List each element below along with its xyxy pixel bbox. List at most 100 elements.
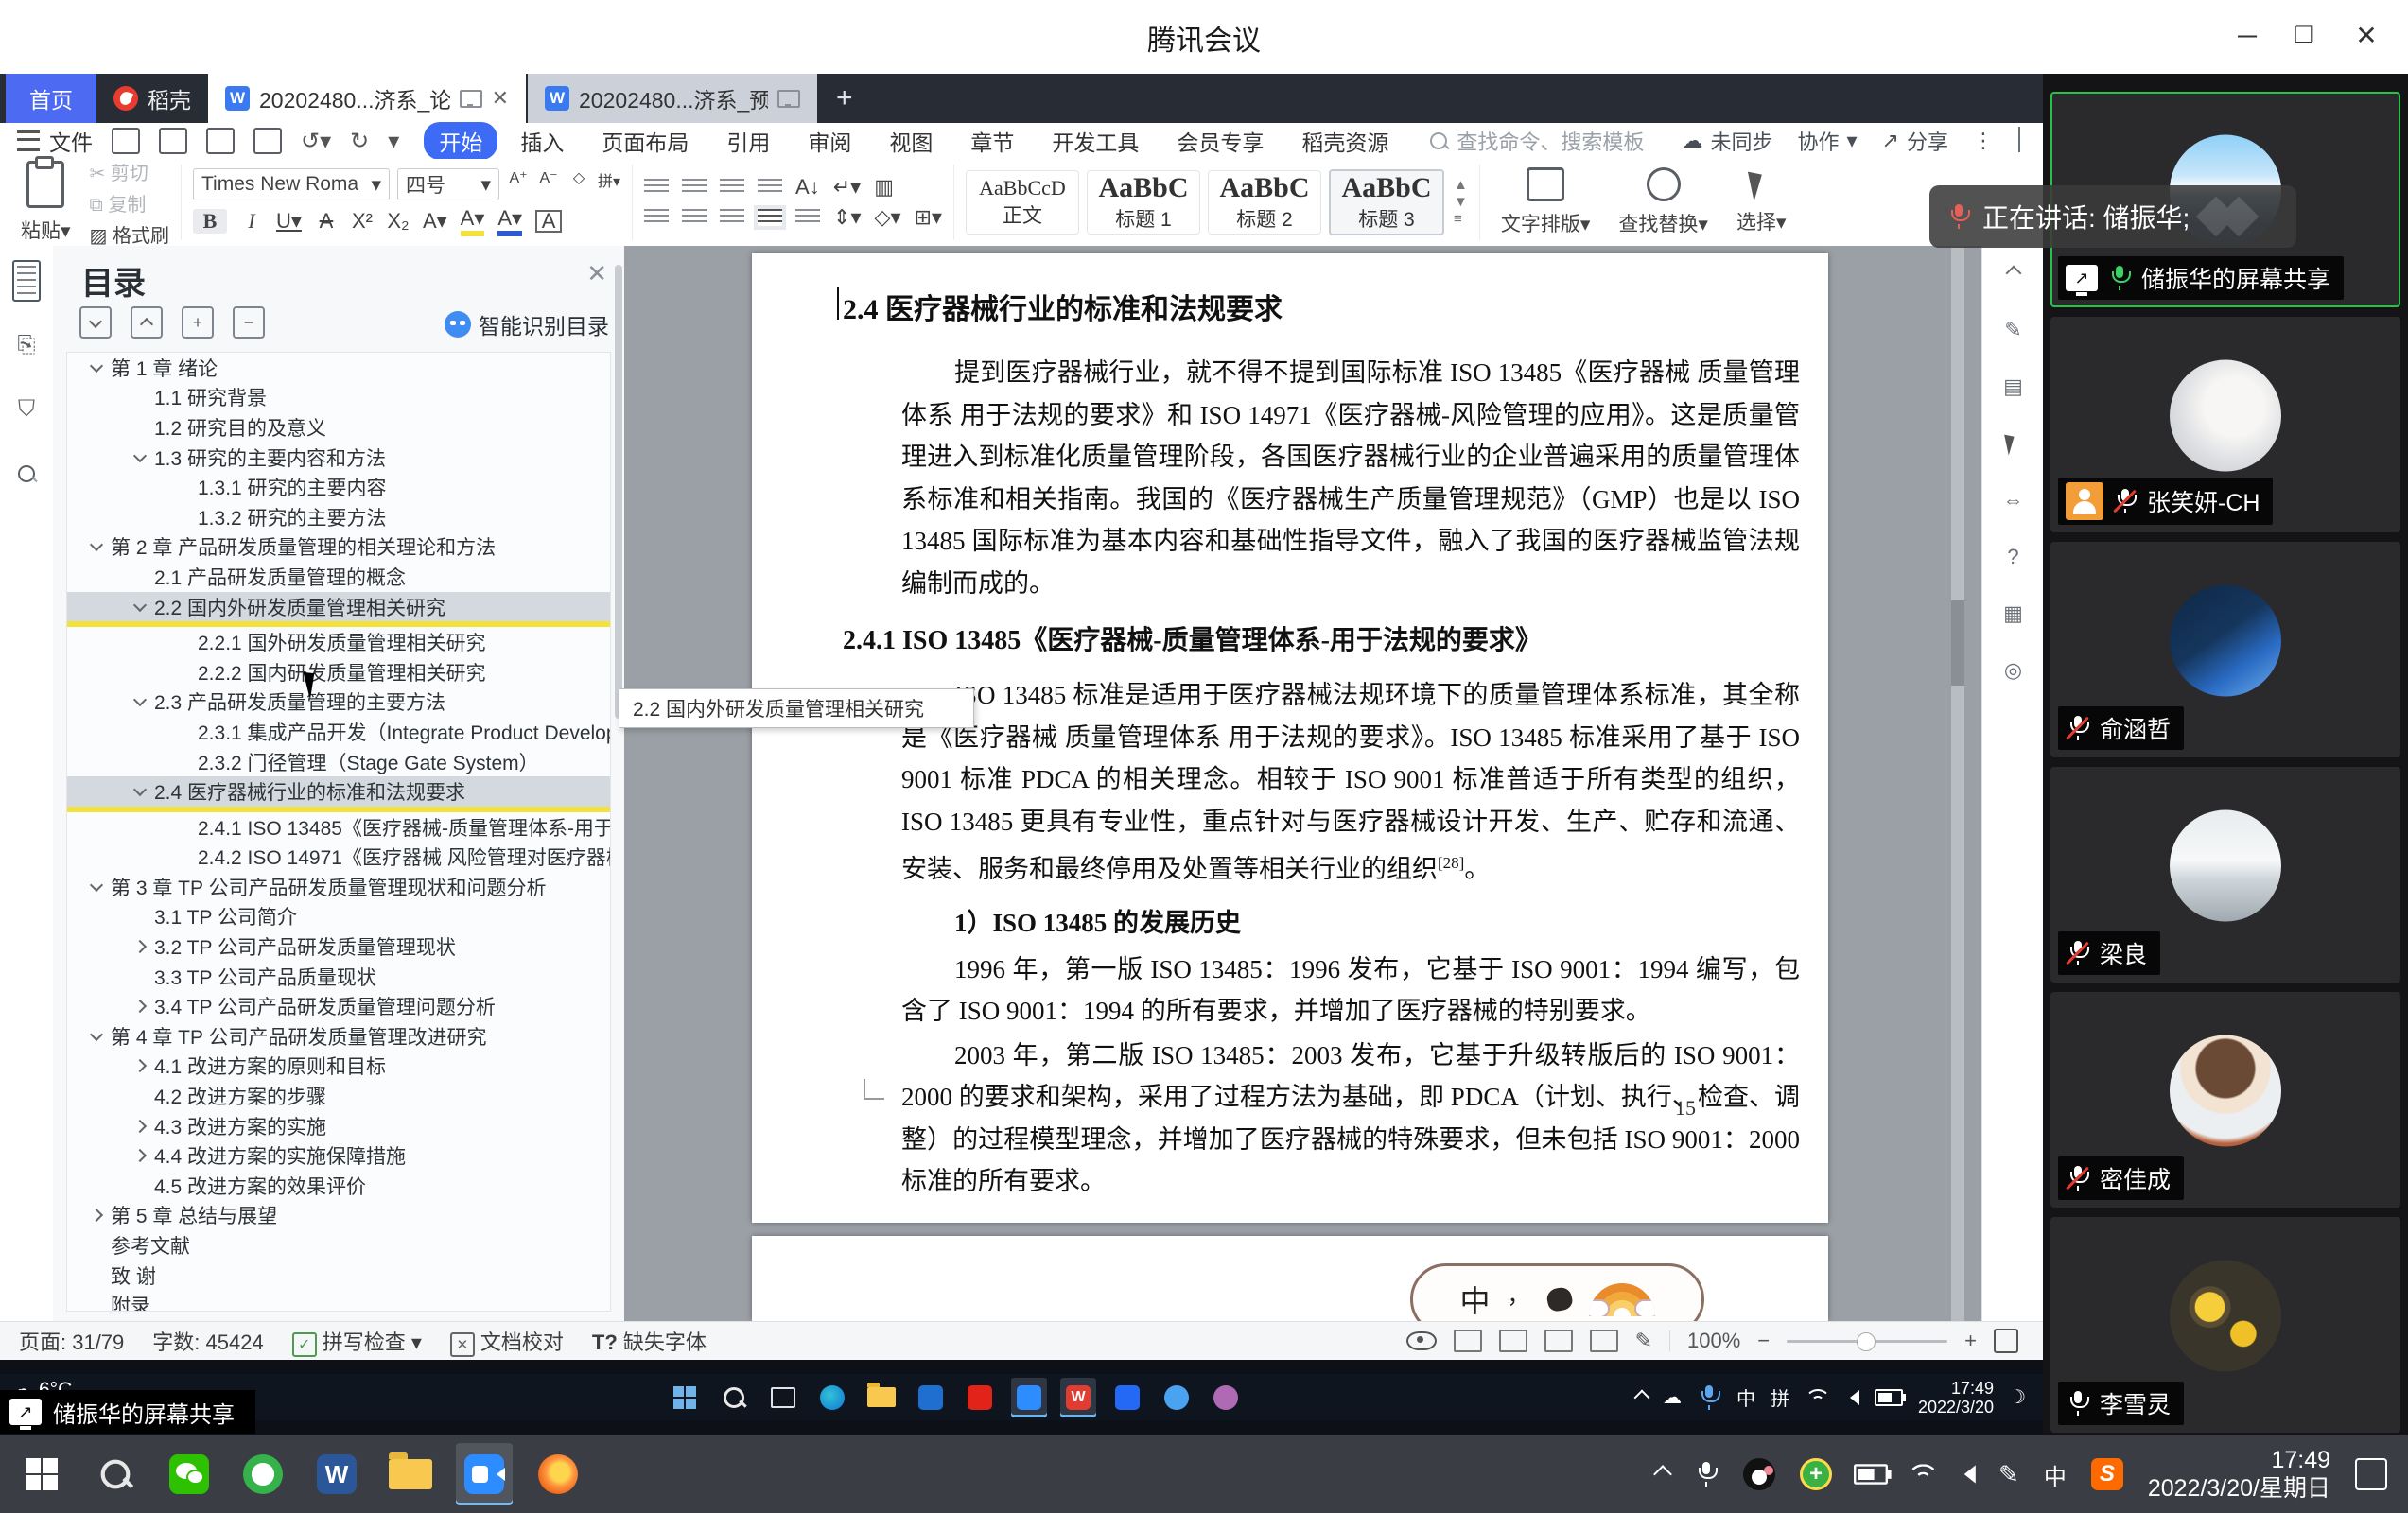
maximize-button[interactable]: ❐ xyxy=(2285,19,2323,53)
caret-right-icon[interactable] xyxy=(133,1000,147,1013)
align-right-icon[interactable] xyxy=(720,209,744,226)
taskbar-clock[interactable]: 17:49 2022/3/20/星期日 xyxy=(2148,1446,2330,1503)
view-mode-icon[interactable] xyxy=(1454,1330,1482,1352)
document-scrollbar-thumb[interactable] xyxy=(1951,600,1964,686)
outline-item[interactable]: 2.2.1 国外研发质量管理相关研究 xyxy=(67,627,610,657)
outline-item[interactable]: 2.4 医疗器械行业的标准和法规要求 xyxy=(67,776,610,812)
shading-icon[interactable]: ◇▾ xyxy=(875,205,901,230)
outline-item[interactable]: 4.3 改进方案的实施 xyxy=(67,1111,610,1141)
outline-item[interactable]: 3.2 TP 公司产品研发质量管理现状 xyxy=(67,931,610,962)
outline-panel-icon[interactable] xyxy=(12,267,41,295)
tray-expand-icon[interactable] xyxy=(1633,1389,1649,1405)
print-preview-icon[interactable] xyxy=(253,128,282,154)
caret-down-icon[interactable] xyxy=(133,449,147,462)
help-icon[interactable]: ? xyxy=(1999,543,2028,571)
select-button[interactable]: 选择▾ xyxy=(1727,169,1796,235)
new-tab-button[interactable]: + xyxy=(817,74,872,123)
collapse-ribbon-icon[interactable] xyxy=(2018,129,2020,153)
outline-item[interactable]: 4.1 改进方案的原则和目标 xyxy=(67,1052,610,1082)
number-list-icon[interactable] xyxy=(682,179,707,196)
folder-taskbar-icon[interactable] xyxy=(864,1378,899,1417)
outline-item[interactable]: 3.1 TP 公司简介 xyxy=(67,902,610,932)
battery-icon[interactable] xyxy=(1875,1389,1903,1406)
undo-icon[interactable]: ↺▾ xyxy=(301,128,331,155)
close-button[interactable]: ✕ xyxy=(2347,19,2385,53)
italic-button[interactable]: I xyxy=(240,209,263,234)
text-effects-button[interactable]: A▾ xyxy=(423,209,447,234)
outline-item[interactable]: 第 1 章 绪论 xyxy=(67,353,610,383)
outline-item[interactable]: 2.3 产品研发质量管理的主要方法 xyxy=(67,687,610,718)
outline-item[interactable]: 2.3.2 门径管理（Stage Gate System） xyxy=(67,747,610,777)
antivirus-icon[interactable]: + xyxy=(1800,1458,1832,1490)
outline-item[interactable]: 第 4 章 TP 公司产品研发质量管理改进研究 xyxy=(67,1021,610,1052)
qq-browser-taskbar-icon[interactable] xyxy=(235,1443,291,1505)
fit-page-icon[interactable]: ⇔ xyxy=(1999,486,2028,514)
outline-item[interactable]: 1.2 研究目的及意义 xyxy=(67,412,610,443)
participant-tile[interactable]: 梁良 xyxy=(2050,767,2400,983)
spell-check[interactable]: ✓拼写检查 ▾ xyxy=(292,1326,422,1357)
outline-item[interactable]: 1.3.2 研究的主要方法 xyxy=(67,502,610,532)
outline-item[interactable]: 3.3 TP 公司产品质量现状 xyxy=(67,962,610,992)
increase-indent-icon[interactable] xyxy=(758,179,782,196)
cut-button[interactable]: ✂ 剪切 xyxy=(90,158,169,185)
outline-item[interactable]: 附录 xyxy=(67,1290,610,1312)
tray-expand-icon[interactable] xyxy=(1653,1465,1672,1484)
zoom-slider-knob[interactable] xyxy=(1857,1332,1876,1351)
speaker-icon[interactable] xyxy=(1842,1390,1859,1405)
caret-down-icon[interactable] xyxy=(90,1028,103,1041)
wrap-icon[interactable]: ↵▾ xyxy=(833,175,861,200)
wifi-icon[interactable] xyxy=(1908,1464,1935,1485)
sogou-ime-icon[interactable]: S xyxy=(2091,1458,2123,1490)
collaborate-button[interactable]: 协作▾ xyxy=(1797,126,1857,156)
underline-button[interactable]: U▾ xyxy=(276,209,302,234)
outline-item[interactable]: 4.2 改进方案的步骤 xyxy=(67,1081,610,1111)
caret-down-icon[interactable] xyxy=(133,693,147,706)
tab-document-active[interactable]: W 20202480...济系_论文第二版 ✕ xyxy=(208,74,526,123)
more-menu-icon[interactable]: ⋮ xyxy=(1973,129,1994,153)
onedrive-icon[interactable]: ☁ xyxy=(1663,1385,1682,1409)
highlight-tool-icon[interactable]: ▤ xyxy=(1999,373,2028,401)
ribbon-tab-页面布局[interactable]: 页面布局 xyxy=(586,122,704,160)
doc-proofing[interactable]: ✕文档校对 xyxy=(450,1326,564,1357)
character-shading-button[interactable]: A xyxy=(535,210,562,233)
outline-item[interactable]: 4.5 改进方案的效果评价 xyxy=(67,1171,610,1201)
style-gallery-arrows[interactable]: ▲▼≡ xyxy=(1454,180,1468,225)
format-painter-button[interactable]: ▨ 格式刷 xyxy=(90,220,169,248)
start-taskbar-icon[interactable] xyxy=(13,1443,70,1505)
zoom-out-button[interactable]: − xyxy=(1757,1329,1770,1353)
ime-mode-pin[interactable]: 拼 xyxy=(1771,1383,1789,1411)
scroll-up-icon[interactable] xyxy=(1999,259,2028,287)
wps-taskbar-icon[interactable]: W xyxy=(1060,1378,1096,1417)
copy-button[interactable]: ⧉ 复制 xyxy=(90,189,169,217)
netease-taskbar-icon[interactable] xyxy=(962,1378,998,1417)
smart-outline-button[interactable]: 智能识别目录 xyxy=(445,308,609,340)
highlight-color-button[interactable]: A▾ xyxy=(461,206,485,236)
file-menu[interactable]: 文件 xyxy=(49,125,93,157)
border-icon[interactable]: ⊞▾ xyxy=(915,205,942,230)
tab-close-icon[interactable]: ✕ xyxy=(492,86,509,111)
outline-scrollbar[interactable] xyxy=(615,265,622,719)
view-mode-icon[interactable] xyxy=(1499,1330,1527,1352)
edge-taskbar-icon[interactable] xyxy=(814,1378,850,1417)
folder-taskbar-icon[interactable] xyxy=(382,1443,439,1505)
increase-font-icon[interactable]: A⁺ xyxy=(507,168,530,200)
pen-mode-icon[interactable]: ✎ xyxy=(1635,1329,1652,1353)
subscript-button[interactable]: X₂ xyxy=(387,209,410,234)
share-button[interactable]: ↗分享 xyxy=(1882,126,1948,156)
minimize-button[interactable]: ─ xyxy=(2228,19,2266,53)
ime-statusbar[interactable]: 中 ， xyxy=(1410,1263,1704,1321)
zoom-in-button[interactable]: + xyxy=(1964,1329,1977,1353)
pen-icon[interactable]: ✎ xyxy=(1998,1460,2019,1489)
meeting-taskbar-icon[interactable] xyxy=(1011,1378,1047,1417)
outline-item[interactable]: 2.3.1 集成产品开发（Integrate Product Developme… xyxy=(67,717,610,747)
more-icon[interactable]: ▾ xyxy=(388,128,399,155)
outline-item[interactable]: 1.3 研究的主要内容和方法 xyxy=(67,443,610,473)
tab-home[interactable]: 首页 xyxy=(6,74,96,123)
tab-docer[interactable]: 稻壳 xyxy=(96,74,208,123)
participant-tile[interactable]: 密佳成 xyxy=(2050,992,2400,1208)
ribbon-tab-会员专享[interactable]: 会员专享 xyxy=(1161,122,1279,160)
ribbon-tab-开发工具[interactable]: 开发工具 xyxy=(1037,122,1154,160)
line-spacing-icon[interactable]: ⇕▾ xyxy=(833,205,861,230)
style-标题 2[interactable]: AaBbC标题 2 xyxy=(1208,170,1321,235)
columns-icon[interactable]: ▥ xyxy=(874,175,894,200)
